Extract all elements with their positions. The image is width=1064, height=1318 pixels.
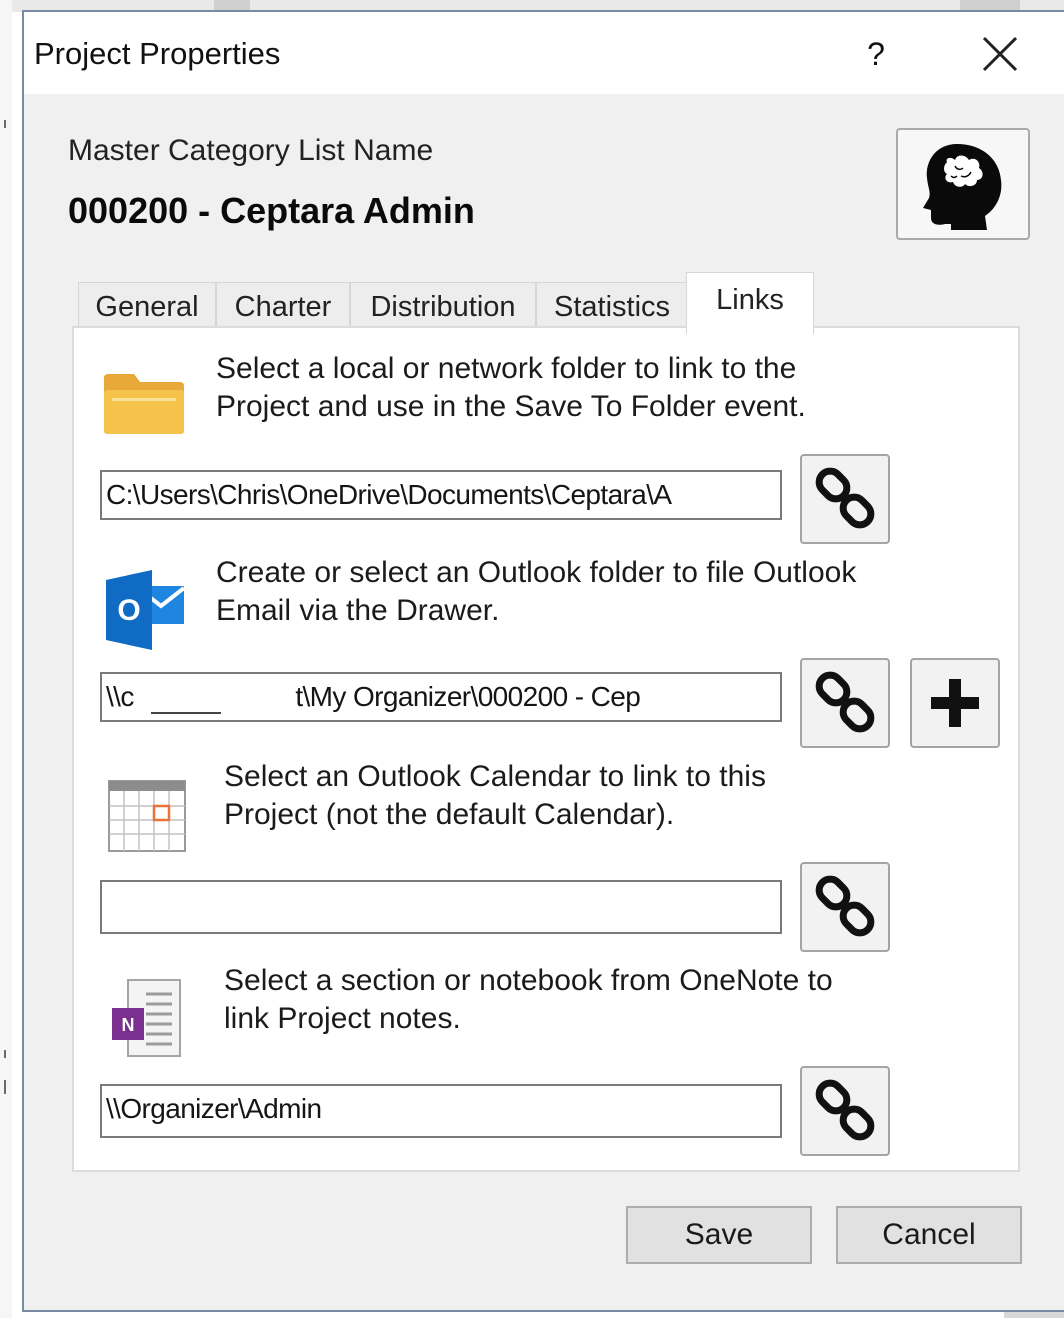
avatar-button[interactable] (896, 128, 1030, 240)
title-bar: Project Properties ? (24, 12, 1064, 94)
folder-description-line2: Project and use in the Save To Folder ev… (216, 390, 806, 423)
svg-text:N: N (122, 1015, 135, 1035)
calendar-icon (108, 780, 186, 852)
chain-link-icon (815, 467, 875, 529)
folder-path-input[interactable]: C:\Users\Chris\OneDrive\Documents\Ceptar… (100, 470, 782, 520)
calendar-link-button[interactable] (800, 862, 890, 952)
outlook-folder-link-button[interactable] (800, 658, 890, 748)
close-icon (982, 36, 1018, 72)
calendar-description-line1: Select an Outlook Calendar to link to th… (224, 760, 766, 793)
outlook-folder-description: Create or select an Outlook folder to fi… (216, 554, 936, 630)
chain-link-icon (815, 671, 875, 733)
cancel-button[interactable]: Cancel (836, 1206, 1022, 1264)
tab-distribution[interactable]: Distribution (350, 282, 536, 332)
background-mark (4, 1080, 6, 1094)
outlook-folder-description-line2: Email via the Drawer. (216, 594, 500, 627)
chain-link-icon (815, 875, 875, 937)
help-button[interactable]: ? (856, 32, 896, 76)
project-properties-dialog: Project Properties ? Master Category Lis… (22, 10, 1064, 1312)
onenote-link-button[interactable] (800, 1066, 890, 1156)
chain-link-icon (815, 1079, 875, 1141)
calendar-description: Select an Outlook Calendar to link to th… (224, 758, 944, 834)
tab-statistics[interactable]: Statistics (536, 282, 688, 332)
outlook-icon: O (106, 570, 186, 650)
onenote-description-line2: link Project notes. (224, 1002, 461, 1035)
brain-head-icon (923, 144, 1002, 230)
master-category-label: Master Category List Name (68, 134, 434, 167)
close-button[interactable] (974, 30, 1026, 80)
outlook-folder-description-line1: Create or select an Outlook folder to fi… (216, 556, 857, 589)
save-button[interactable]: Save (626, 1206, 812, 1264)
folder-description: Select a local or network folder to link… (216, 350, 936, 426)
tab-charter[interactable]: Charter (216, 282, 350, 332)
dialog-title: Project Properties (34, 36, 281, 71)
folder-description-line1: Select a local or network folder to link… (216, 352, 797, 385)
onenote-description: Select a section or notebook from OneNot… (224, 962, 944, 1038)
onenote-icon: N (112, 979, 181, 1057)
folder-link-button[interactable] (800, 454, 890, 544)
outlook-folder-path-input[interactable]: \\c t\My Organizer\000200 - Cep (100, 672, 782, 722)
redacted-path-segment (150, 712, 221, 714)
tab-general[interactable]: General (78, 282, 216, 332)
plus-icon (931, 679, 979, 727)
links-panel: Select a local or network folder to link… (72, 326, 1020, 1172)
onenote-description-line1: Select a section or notebook from OneNot… (224, 964, 833, 997)
master-category-value: 000200 - Ceptara Admin (68, 190, 475, 231)
background-window-left (0, 0, 12, 1318)
outlook-folder-path-end: t\My Organizer\000200 - Cep (295, 681, 641, 712)
calendar-path-input[interactable] (100, 880, 782, 934)
onenote-path-input[interactable]: \\Organizer\Admin (100, 1084, 782, 1138)
background-mark (4, 1050, 6, 1058)
outlook-folder-path-start: \\c (106, 681, 134, 712)
svg-text:O: O (117, 594, 140, 627)
background-mark (4, 120, 6, 128)
create-outlook-folder-button[interactable] (910, 658, 1000, 748)
calendar-description-line2: Project (not the default Calendar). (224, 798, 675, 831)
tab-links[interactable]: Links (686, 272, 814, 334)
folder-icon (104, 374, 184, 434)
